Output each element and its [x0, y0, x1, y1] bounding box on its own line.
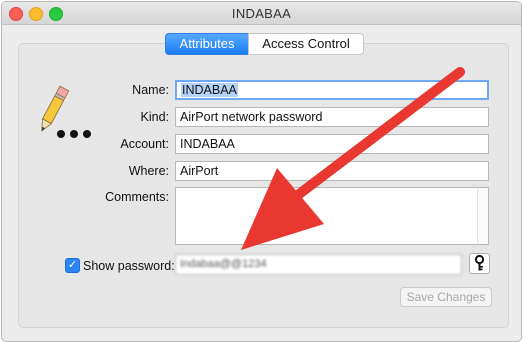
keychain-item-window: INDABAA Attributes Access Control Name: … [1, 1, 522, 342]
annotation-red-arrow [241, 67, 465, 250]
